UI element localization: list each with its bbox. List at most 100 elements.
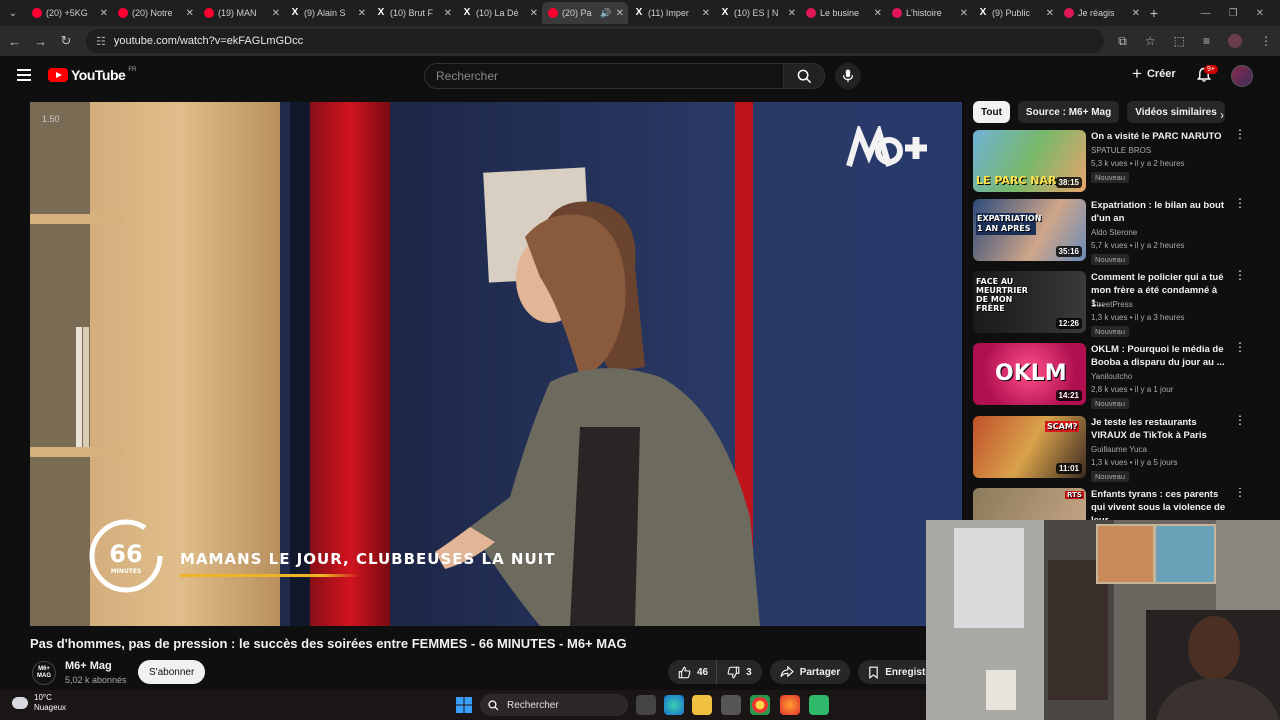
address-bar-row: ← → ↻ ☷ youtube.com/watch?v=ekFAGLmGDcc … bbox=[0, 26, 1280, 56]
site-info-icon[interactable]: ☷ bbox=[96, 35, 106, 48]
recommended-video[interactable]: OKLM 14:21 OKLM : Pourquoi le média de B… bbox=[973, 341, 1246, 409]
back-icon[interactable]: ← bbox=[8, 34, 21, 49]
forward-icon[interactable]: → bbox=[34, 34, 47, 49]
close-tab-icon[interactable]: ✕ bbox=[444, 8, 452, 19]
profile-avatar[interactable] bbox=[1228, 34, 1242, 48]
close-tab-icon[interactable]: ✕ bbox=[960, 8, 968, 19]
new-tab-icon[interactable]: + bbox=[1144, 5, 1164, 21]
browser-tab[interactable]: X (10) La Dé ✕ bbox=[456, 2, 542, 24]
video-player[interactable]: 1.50 66 MINUTES MAMANS LE JOUR, CLUBBEUS… bbox=[30, 102, 962, 626]
browser-tab[interactable]: X (9) Public ✕ bbox=[972, 2, 1058, 24]
youtube-logo[interactable]: YouTube FR bbox=[48, 67, 136, 83]
close-tab-icon[interactable]: ✕ bbox=[1132, 8, 1140, 19]
more-options-icon[interactable]: ⋮ bbox=[1234, 488, 1243, 498]
menu-icon[interactable] bbox=[17, 69, 31, 81]
cloud-icon bbox=[12, 697, 28, 709]
edge-icon[interactable] bbox=[664, 695, 684, 715]
close-tab-icon[interactable]: ✕ bbox=[1046, 8, 1054, 19]
close-tab-icon[interactable]: ✕ bbox=[702, 8, 710, 19]
speaker-icon[interactable]: 🔊 bbox=[600, 8, 611, 19]
rec-meta: 2,8 k vues • il y a 1 jour bbox=[1091, 385, 1174, 394]
channel-avatar[interactable]: M6+ MAG bbox=[32, 661, 56, 685]
youtube-header: YouTube FR Rechercher + Créer 9+ bbox=[0, 56, 1280, 96]
search-button[interactable] bbox=[783, 63, 825, 89]
app-icon[interactable] bbox=[809, 695, 829, 715]
extensions-icon[interactable]: ⬚ bbox=[1174, 34, 1185, 48]
browser-tab[interactable]: X (9) Alain S ✕ bbox=[284, 2, 370, 24]
dislike-button[interactable]: 3 bbox=[716, 660, 762, 684]
chip-similar[interactable]: Vidéos similaires bbox=[1127, 101, 1225, 123]
recommended-video[interactable]: SCAM? 11:01 Je teste les restaurants VIR… bbox=[973, 414, 1246, 482]
voice-search-button[interactable] bbox=[835, 63, 861, 89]
channel-name[interactable]: M6+ Mag bbox=[65, 660, 112, 672]
browser-tab[interactable]: Je réagis ✕ bbox=[1058, 2, 1144, 24]
reload-icon[interactable]: ↻ bbox=[60, 33, 72, 49]
store-icon[interactable] bbox=[721, 695, 741, 715]
browser-tab[interactable]: X (11) Imper ✕ bbox=[628, 2, 714, 24]
thumbnail-text: FACE AU MEURTRIER DE MON FRÈRE bbox=[976, 277, 1028, 313]
tab-groups-icon[interactable]: ≡ bbox=[1203, 34, 1210, 48]
windows-start-icon[interactable] bbox=[456, 697, 472, 713]
browser-tab[interactable]: X (10) Brut F ✕ bbox=[370, 2, 456, 24]
subscribe-button[interactable]: S'abonner bbox=[138, 660, 206, 684]
bookmark-star-icon[interactable]: ☆ bbox=[1145, 34, 1156, 48]
close-window-icon[interactable]: ✕ bbox=[1256, 8, 1264, 19]
share-label: Partager bbox=[799, 666, 841, 678]
browser-tab[interactable]: (19) MAN ✕ bbox=[198, 2, 284, 24]
browser-tab[interactable]: (20) +5KG ✕ bbox=[26, 2, 112, 24]
close-tab-icon[interactable]: ✕ bbox=[530, 8, 538, 19]
firefox-icon[interactable] bbox=[780, 695, 800, 715]
browser-tab[interactable]: Le busine ✕ bbox=[800, 2, 886, 24]
more-options-icon[interactable]: ⋮ bbox=[1234, 414, 1246, 426]
recommended-video[interactable]: LE PARC NAR 38:15 On a visité le PARC NA… bbox=[973, 128, 1246, 194]
close-tab-icon[interactable]: ✕ bbox=[272, 8, 280, 19]
banner-underline bbox=[180, 574, 360, 577]
close-tab-icon[interactable]: ✕ bbox=[100, 8, 108, 19]
install-app-icon[interactable]: ⧉ bbox=[1118, 34, 1127, 49]
chip-source[interactable]: Source : M6+ Mag bbox=[1017, 101, 1120, 123]
search-input[interactable]: Rechercher bbox=[424, 63, 784, 89]
browser-tab[interactable]: L'histoire ✕ bbox=[886, 2, 972, 24]
video-thumbnail: OKLM 14:21 bbox=[973, 343, 1086, 405]
chip-all[interactable]: Tout bbox=[973, 101, 1010, 123]
close-tab-icon[interactable]: ✕ bbox=[616, 8, 624, 19]
share-button[interactable]: Partager bbox=[769, 660, 851, 684]
close-tab-icon[interactable]: ✕ bbox=[788, 8, 796, 19]
chrome-icon[interactable] bbox=[750, 695, 770, 715]
recommended-video[interactable]: FACE AU MEURTRIER DE MON FRÈRE 12:26 Com… bbox=[973, 269, 1246, 337]
thumbnail-text: LE PARC NAR bbox=[976, 174, 1057, 187]
create-button[interactable]: + Créer bbox=[1132, 65, 1176, 82]
url-field[interactable]: ☷ youtube.com/watch?v=ekFAGLmGDcc bbox=[86, 29, 1105, 53]
task-view-icon[interactable] bbox=[636, 695, 656, 715]
more-options-icon[interactable]: ⋮ bbox=[1234, 128, 1246, 140]
like-button[interactable]: 46 bbox=[668, 660, 717, 684]
microphone-icon bbox=[843, 69, 853, 83]
show-banner-text: MAMANS LE JOUR, CLUBBEUSES LA NUIT bbox=[180, 550, 556, 568]
close-tab-icon[interactable]: ✕ bbox=[186, 8, 194, 19]
recommended-video[interactable]: RTS Enfants tyrans : ces parents qui viv… bbox=[973, 488, 1243, 520]
close-tab-icon[interactable]: ✕ bbox=[358, 8, 366, 19]
close-tab-icon[interactable]: ✕ bbox=[874, 8, 882, 19]
browser-tab-active[interactable]: (20) Pa 🔊 ✕ bbox=[542, 2, 628, 24]
file-explorer-icon[interactable] bbox=[692, 695, 712, 715]
chevron-right-icon[interactable]: › bbox=[1220, 108, 1224, 122]
weather-widget[interactable]: 10°C Nuageux bbox=[12, 693, 66, 713]
tab-title: (10) ES | N bbox=[734, 8, 779, 18]
video-duration: 35:16 bbox=[1055, 246, 1082, 257]
rec-meta: 1,3 k vues • il y a 5 jours bbox=[1091, 458, 1178, 467]
maximize-icon[interactable]: ❐ bbox=[1229, 8, 1238, 19]
create-label: Créer bbox=[1146, 68, 1176, 80]
browser-tab[interactable]: X (10) ES | N ✕ bbox=[714, 2, 800, 24]
tab-search-chevron-icon[interactable]: ⌄ bbox=[0, 0, 26, 26]
minimize-icon[interactable]: — bbox=[1201, 8, 1211, 19]
taskbar-search[interactable]: Rechercher bbox=[480, 694, 628, 716]
more-options-icon[interactable]: ⋮ bbox=[1234, 269, 1246, 281]
tab-title: Je réagis bbox=[1078, 8, 1115, 18]
browser-menu-icon[interactable]: ⋮ bbox=[1260, 34, 1272, 48]
recommended-video[interactable]: EXPATRIATION 1 AN APRÈS 35:16 Expatriati… bbox=[973, 197, 1246, 265]
more-options-icon[interactable]: ⋮ bbox=[1234, 341, 1246, 353]
account-avatar[interactable] bbox=[1231, 65, 1253, 87]
youtube-icon bbox=[548, 8, 558, 18]
more-options-icon[interactable]: ⋮ bbox=[1234, 197, 1246, 209]
browser-tab[interactable]: (20) Notre ✕ bbox=[112, 2, 198, 24]
